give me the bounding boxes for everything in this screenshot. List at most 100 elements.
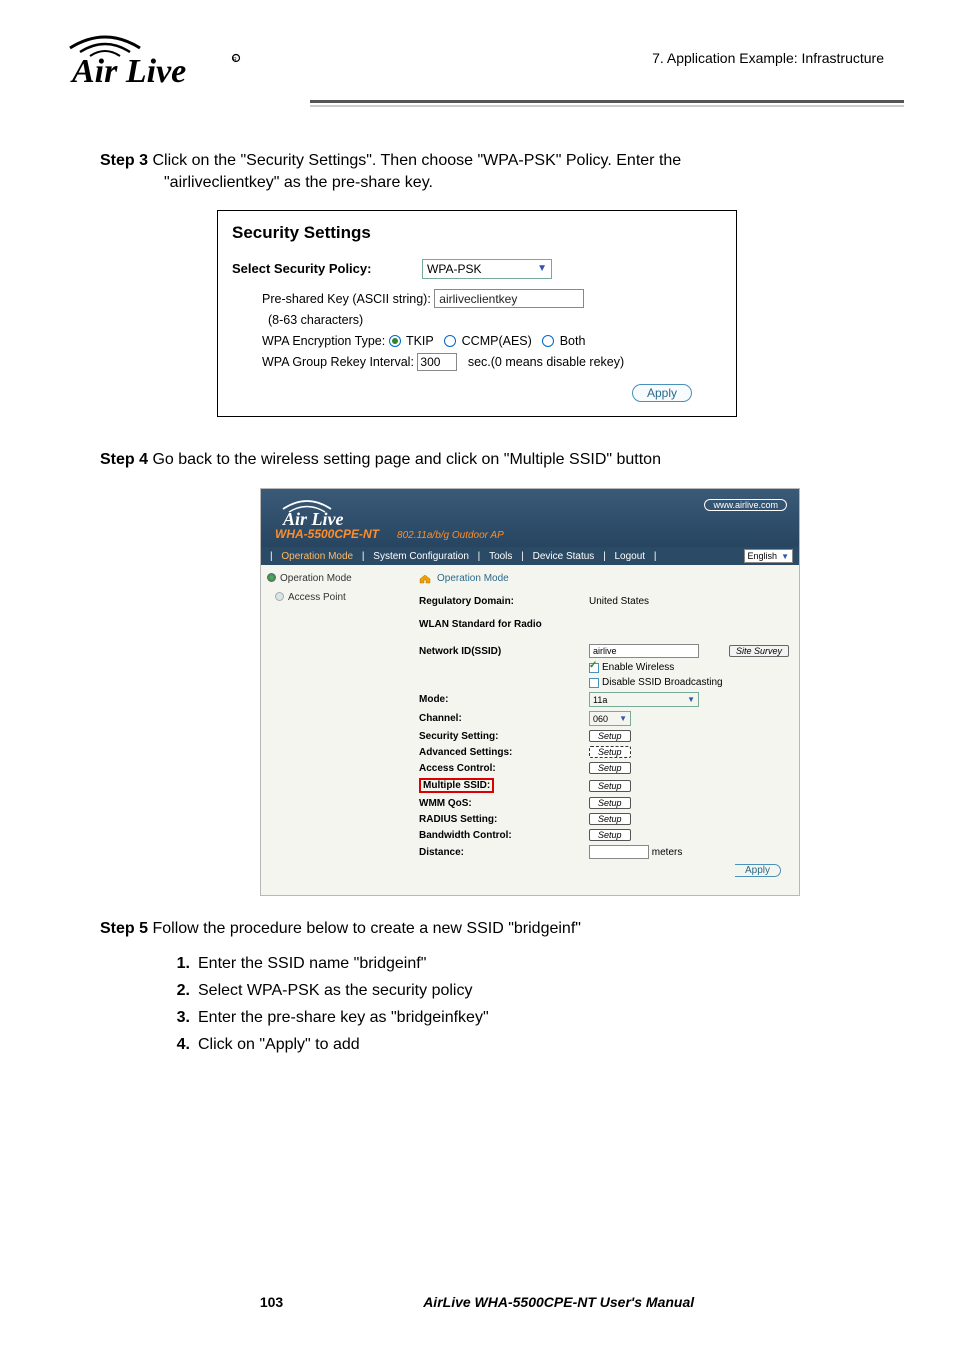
language-value: English — [748, 551, 778, 561]
step5-label: Step 5 — [100, 920, 148, 937]
security-setup-button[interactable]: Setup — [589, 730, 631, 742]
list-num-4: 4. — [170, 1031, 190, 1058]
step4-label: Step 4 — [100, 451, 148, 468]
list-num-3: 3. — [170, 1004, 190, 1031]
step5-text: Follow the procedure below to create a n… — [148, 920, 581, 937]
list-item-4: Click on "Apply" to add — [198, 1031, 360, 1058]
channel-value: 060 — [593, 714, 608, 724]
step3-label: Step 3 — [100, 152, 148, 169]
nav-device-status[interactable]: Device Status — [533, 551, 595, 562]
step4-block: Step 4 Go back to the wireless setting p… — [100, 447, 854, 473]
crumb-text[interactable]: Operation Mode — [437, 573, 509, 584]
ssid-label: Network ID(SSID) — [419, 646, 589, 657]
step3-text-2: "airliveclientkey" as the pre-share key. — [164, 174, 854, 192]
distance-unit: meters — [652, 847, 683, 858]
advanced-setup-button[interactable]: Setup — [589, 746, 631, 758]
radius-setting-label: RADIUS Setting: — [419, 814, 589, 825]
access-setup-button[interactable]: Setup — [589, 762, 631, 774]
list-num-2: 2. — [170, 977, 190, 1004]
page-header: Air Live R 7. Application Example: Infra… — [50, 30, 904, 90]
chevron-down-icon: ▼ — [781, 552, 789, 561]
list-item-2: Select WPA-PSK as the security policy — [198, 977, 472, 1004]
radio-tkip[interactable] — [389, 335, 401, 347]
enc-ccmp: CCMP(AES) — [462, 334, 532, 348]
router-main: Operation Mode Regulatory Domain:United … — [411, 565, 799, 895]
list-num-1: 1. — [170, 950, 190, 977]
bullet-icon — [267, 573, 276, 582]
distance-label: Distance: — [419, 847, 589, 858]
channel-label: Channel: — [419, 713, 589, 724]
step5-list: 1. Enter the SSID name "bridgeinf" 2. Sele… — [170, 950, 854, 1059]
svg-text:R: R — [233, 57, 237, 63]
reg-domain-label: Regulatory Domain: — [419, 596, 589, 607]
step5-block: Step 5 Follow the procedure below to cre… — [100, 916, 854, 1058]
nav-logout[interactable]: Logout — [614, 551, 645, 562]
channel-select[interactable]: 060 ▼ — [589, 711, 631, 726]
reg-domain-value: United States — [589, 596, 649, 607]
router-sidebar: Operation Mode Access Point — [261, 565, 411, 895]
home-icon — [419, 574, 431, 584]
router-topbar: Air Live www.airlive.com WHA-5500CPE-NT … — [261, 489, 799, 547]
enc-tkip: TKIP — [406, 334, 434, 348]
psk-hint: (8-63 characters) — [268, 310, 722, 331]
nav-operation-mode[interactable]: Operation Mode — [281, 551, 353, 562]
psk-label: Pre-shared Key (ASCII string): — [262, 292, 431, 306]
chevron-down-icon: ▼ — [687, 695, 695, 704]
multiple-ssid-label: Multiple SSID: — [419, 778, 494, 793]
enc-label: WPA Encryption Type: — [262, 334, 385, 348]
step4-text: Go back to the wireless setting page and… — [148, 451, 661, 468]
list-item-3: Enter the pre-share key as "bridgeinfkey… — [198, 1004, 489, 1031]
select-policy-label: Select Security Policy: — [232, 261, 422, 276]
site-survey-button[interactable]: Site Survey — [729, 645, 789, 657]
chevron-down-icon: ▼ — [619, 714, 627, 723]
language-select[interactable]: English ▼ — [744, 549, 793, 563]
router-nav: | Operation Mode | System Configuration … — [261, 547, 799, 565]
header-rule — [310, 100, 904, 108]
distance-input[interactable] — [589, 845, 649, 859]
router-screenshot: Air Live www.airlive.com WHA-5500CPE-NT … — [260, 488, 800, 896]
mode-label: Mode: — [419, 694, 589, 705]
ssid-input[interactable] — [589, 644, 699, 658]
bullet-icon — [275, 592, 284, 601]
chevron-down-icon: ▼ — [537, 263, 547, 274]
wmm-qos-label: WMM QoS: — [419, 798, 589, 809]
radio-both[interactable] — [542, 335, 554, 347]
radius-setup-button[interactable]: Setup — [589, 813, 631, 825]
apply-button[interactable]: Apply — [632, 384, 692, 402]
wmm-setup-button[interactable]: Setup — [589, 797, 631, 809]
doc-name: AirLive WHA-5500CPE-NT User's Manual — [423, 1294, 694, 1310]
page-footer: 103 AirLive WHA-5500CPE-NT User's Manual — [0, 1294, 954, 1310]
mode-select[interactable]: 11a▼ — [589, 692, 699, 707]
rekey-suffix: sec.(0 means disable rekey) — [468, 355, 624, 369]
router-apply-button[interactable]: Apply — [735, 864, 781, 877]
radio-ccmp[interactable] — [444, 335, 456, 347]
security-settings-title: Security Settings — [232, 223, 722, 243]
enc-both: Both — [560, 334, 586, 348]
advanced-settings-label: Advanced Settings: — [419, 747, 589, 758]
policy-value: WPA-PSK — [427, 262, 481, 276]
bandwidth-control-label: Bandwidth Control: — [419, 830, 589, 841]
nav-system-config[interactable]: System Configuration — [373, 551, 469, 562]
disable-broadcast-label: Disable SSID Broadcasting — [602, 677, 723, 688]
rekey-label: WPA Group Rekey Interval: — [262, 355, 414, 369]
svg-text:Air Live: Air Live — [70, 53, 186, 90]
mssid-setup-button[interactable]: Setup — [589, 780, 631, 792]
airlive-logo-mini: Air Live — [275, 495, 385, 529]
chapter-title: 7. Application Example: Infrastructure — [652, 50, 884, 66]
rekey-input[interactable] — [417, 353, 457, 371]
enable-wireless-label: Enable Wireless — [602, 662, 674, 673]
bw-setup-button[interactable]: Setup — [589, 829, 631, 841]
psk-input[interactable] — [434, 289, 584, 308]
wlan-std-label: WLAN Standard for Radio — [419, 619, 589, 630]
list-item-1: Enter the SSID name "bridgeinf" — [198, 950, 426, 977]
page-number: 103 — [260, 1294, 283, 1310]
disable-broadcast-checkbox[interactable] — [589, 678, 599, 688]
website-link[interactable]: www.airlive.com — [704, 499, 787, 511]
model-subtitle: 802.11a/b/g Outdoor AP — [397, 530, 504, 541]
policy-select[interactable]: WPA-PSK ▼ — [422, 259, 552, 279]
model-text: WHA-5500CPE-NT — [275, 527, 379, 541]
step3-text-1: Click on the "Security Settings". Then c… — [148, 152, 681, 169]
sidebar-item-ap[interactable]: Access Point — [288, 592, 346, 603]
nav-tools[interactable]: Tools — [489, 551, 512, 562]
enable-wireless-checkbox[interactable] — [589, 663, 599, 673]
